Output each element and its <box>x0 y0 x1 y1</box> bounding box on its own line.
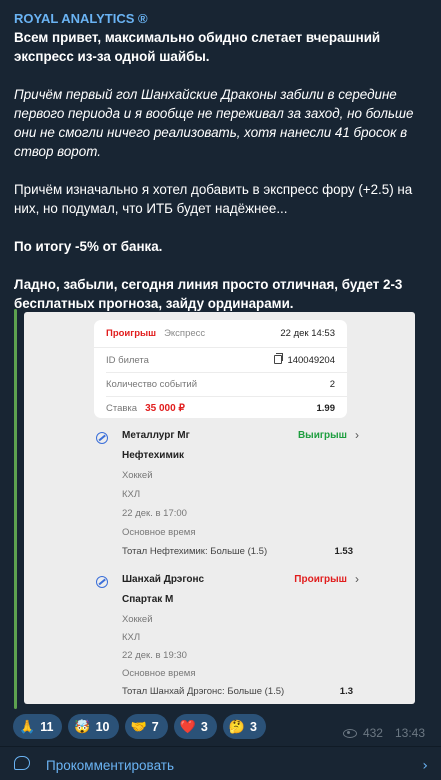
comments-button[interactable]: Прокомментировать › <box>0 747 441 780</box>
event-period: Основное время <box>122 668 196 679</box>
stake-row: Ставка 35 000 ₽ 1.99 <box>106 403 335 414</box>
bet-slip-image[interactable]: Проигрыш Экспресс 22 дек 14:53 ID билета … <box>24 312 415 704</box>
hockey-icon <box>96 432 108 444</box>
event-result: Выигрыш <box>297 430 347 441</box>
events-count-value: 2 <box>329 379 335 390</box>
paragraph-details: Причём первый гол Шанхайские Драконы заб… <box>14 87 414 159</box>
reactions-bar: 🙏 11 🤯 10 🤝 7 ❤️ 3 🤔 3 <box>13 714 266 739</box>
event-datetime: 22 дек. в 19:30 <box>122 650 187 661</box>
chevron-right-icon[interactable]: › <box>355 572 359 586</box>
team-home: Металлург Мг <box>122 430 190 441</box>
divider <box>106 372 347 373</box>
ticket-id-label: ID билета <box>106 355 149 366</box>
reaction-count: 3 <box>249 719 257 734</box>
message-time: 13:43 <box>394 726 425 740</box>
reaction-count: 11 <box>40 719 54 734</box>
reaction-count: 10 <box>95 719 110 734</box>
paragraph-intro: Всем привет, максимально обидно слетает … <box>14 30 381 64</box>
reaction-pray[interactable]: 🙏 11 <box>13 714 63 739</box>
reaction-heart[interactable]: ❤️ 3 <box>173 714 217 739</box>
paragraph-plan: Причём изначально я хотел добавить в экс… <box>14 182 413 216</box>
stake-label: Ставка <box>106 403 138 414</box>
team-away: Спартак М <box>122 594 174 605</box>
event-market: Тотал Шанхай Дрэгонс: Больше (1.5) <box>122 686 285 697</box>
events-count-label: Количество событий <box>106 379 198 390</box>
thinking-emoji-icon: 🤔 <box>228 719 245 734</box>
event-sport: Хоккей <box>122 614 153 625</box>
heart-emoji-icon: ❤️ <box>179 719 196 734</box>
reaction-count: 7 <box>151 719 159 734</box>
chevron-right-icon[interactable]: › <box>355 428 359 442</box>
event-market: Тотал Нефтехимик: Больше (1.5) <box>122 546 268 557</box>
stake-amount: 35 000 ₽ <box>145 403 185 414</box>
team-away: Нефтехимик <box>122 450 184 461</box>
divider <box>106 396 347 397</box>
reaction-count: 3 <box>200 719 208 734</box>
total-odds: 1.99 <box>316 403 336 414</box>
event-sport: Хоккей <box>122 470 153 481</box>
message-bubble: ROYAL ANALYTICS ® Всем привет, максималь… <box>0 0 441 780</box>
event-period: Основное время <box>122 527 196 538</box>
comment-icon <box>14 756 30 770</box>
message-meta: 432 13:43 <box>342 726 425 740</box>
view-count: 432 <box>362 726 383 740</box>
event-league: КХЛ <box>122 632 141 643</box>
message-text: Всем привет, максимально обидно слетает … <box>14 28 434 332</box>
comments-label: Прокомментировать <box>46 758 174 773</box>
event-result: Проигрыш <box>294 574 347 585</box>
events-count-row: Количество событий 2 <box>106 379 335 390</box>
bet-date: 22 дек 14:53 <box>280 328 335 339</box>
reaction-thinking[interactable]: 🤔 3 <box>222 714 266 739</box>
event-datetime: 22 дек. в 17:00 <box>122 508 187 519</box>
channel-name[interactable]: ROYAL ANALYTICS ® <box>14 11 148 26</box>
event-odds: 1.3 <box>339 686 353 697</box>
pray-emoji-icon: 🙏 <box>19 719 36 734</box>
eye-icon <box>342 728 357 738</box>
event-league: КХЛ <box>122 489 141 500</box>
ticket-id-value: 140049204 <box>287 355 335 366</box>
event-2[interactable]: Шанхай Дрэгонс Проигрыш › Спартак М Хокк… <box>94 572 359 704</box>
event-1[interactable]: Металлург Мг Выигрыш › Нефтехимик Хоккей… <box>94 428 359 560</box>
media-accent-bar <box>14 309 17 709</box>
bet-type: Экспресс <box>164 328 206 339</box>
chevron-right-icon: › <box>422 758 428 774</box>
reaction-mind-blown[interactable]: 🤯 10 <box>68 714 119 739</box>
hockey-icon <box>96 576 108 588</box>
paragraph-outro: Ладно, забыли, сегодня линия просто отли… <box>14 277 403 311</box>
bet-header: Проигрыш Экспресс 22 дек 14:53 <box>94 328 347 348</box>
paragraph-result: По итогу -5% от банка. <box>14 239 163 254</box>
mind-blown-emoji-icon: 🤯 <box>74 719 91 734</box>
bet-status: Проигрыш <box>106 328 157 339</box>
copy-icon[interactable] <box>274 353 284 364</box>
event-odds: 1.53 <box>334 546 354 557</box>
ticket-id-row: ID билета 140049204 <box>106 353 335 366</box>
bet-summary-card: Проигрыш Экспресс 22 дек 14:53 ID билета … <box>94 320 347 418</box>
handshake-emoji-icon: 🤝 <box>130 719 147 734</box>
reaction-handshake[interactable]: 🤝 7 <box>124 714 168 739</box>
team-home: Шанхай Дрэгонс <box>122 574 205 585</box>
